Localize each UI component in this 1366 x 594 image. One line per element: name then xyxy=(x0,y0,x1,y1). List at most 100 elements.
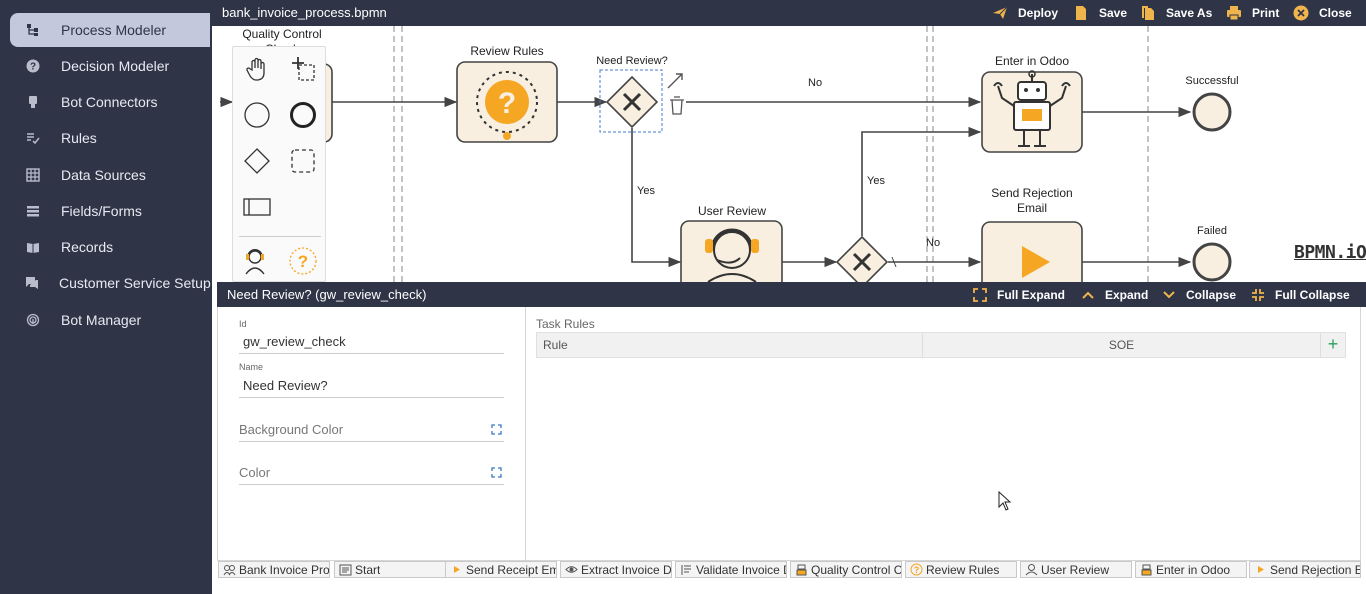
agent-icon xyxy=(245,249,265,275)
user-task-tool[interactable] xyxy=(237,243,273,279)
element-tab[interactable]: Quality Control C xyxy=(790,561,902,578)
bpmn-canvas[interactable]: ? Quality Control Review Rules Need Revi… xyxy=(212,26,1366,282)
element-tabs: Bank Invoice Pro Start Send Receipt Em Extr… xyxy=(217,561,1366,580)
background-color-field[interactable]: Background Color xyxy=(239,420,504,442)
save-as-button[interactable]: Save As xyxy=(1140,0,1212,26)
name-label: Name xyxy=(239,362,264,372)
sidebar-item-bot-connectors[interactable]: Bot Connectors xyxy=(10,85,210,119)
bpmn-diagram: ? xyxy=(220,26,1232,282)
sidebar-item-label: Rules xyxy=(61,130,97,146)
end-event-tool[interactable] xyxy=(285,97,321,133)
sidebar: Process Modeler ? Decision Modeler Bot C… xyxy=(0,0,212,594)
failed-end-event[interactable] xyxy=(1192,242,1232,282)
deploy-label: Deploy xyxy=(1018,6,1059,20)
color-picker-icon[interactable] xyxy=(491,467,502,478)
element-tab[interactable]: Extract Invoice D xyxy=(560,561,672,578)
expand-label: Expand xyxy=(1105,287,1149,302)
pool-tool[interactable] xyxy=(239,189,275,225)
element-tab[interactable]: User Review xyxy=(1020,561,1132,578)
sidebar-item-rules[interactable]: Rules xyxy=(10,121,210,155)
full-expand-button[interactable]: Full Expand xyxy=(973,282,1065,307)
robot-icon xyxy=(1139,563,1153,577)
group-tool[interactable] xyxy=(285,143,321,179)
sidebar-item-bot-manager[interactable]: Bot Manager xyxy=(10,303,210,337)
full-collapse-label: Full Collapse xyxy=(1275,287,1350,302)
element-tab-label: Send Rejection E xyxy=(1270,562,1360,577)
failed-label: Failed xyxy=(1197,225,1227,237)
need-review-gateway[interactable] xyxy=(599,69,663,133)
element-tab-label: Review Rules xyxy=(926,562,1000,577)
start-event-tool[interactable] xyxy=(239,97,275,133)
print-button[interactable]: Print xyxy=(1226,0,1279,26)
approval-gateway[interactable] xyxy=(835,235,889,282)
save-button[interactable]: Save xyxy=(1073,0,1127,26)
enter-odoo-label: Enter in Odoo xyxy=(994,54,1070,68)
expand-button[interactable]: Expand xyxy=(1081,282,1148,307)
full-collapse-button[interactable]: Full Collapse xyxy=(1251,282,1350,307)
deploy-button[interactable]: Deploy xyxy=(992,0,1058,26)
color-field[interactable]: Color xyxy=(239,463,504,485)
sidebar-item-process-modeler[interactable]: Process Modeler xyxy=(10,13,210,47)
hand-tool[interactable] xyxy=(239,51,275,87)
review-rules-task[interactable]: ? xyxy=(456,61,558,143)
element-tab[interactable]: Send Receipt Em xyxy=(445,561,557,578)
gateway-tool[interactable] xyxy=(239,143,275,179)
element-tab[interactable]: Enter in Odoo xyxy=(1135,561,1247,578)
user-review-task[interactable] xyxy=(680,220,783,282)
mouse-cursor-icon xyxy=(998,491,1012,511)
print-label: Print xyxy=(1252,6,1280,20)
form-icon xyxy=(338,563,352,577)
play-icon xyxy=(449,563,463,577)
element-tab[interactable]: Validate Invoice D xyxy=(675,561,787,578)
id-field[interactable]: gw_review_check xyxy=(239,333,504,354)
element-tab[interactable]: Bank Invoice Pro xyxy=(218,561,330,578)
enter-odoo-task[interactable] xyxy=(981,70,1083,153)
svg-text:?: ? xyxy=(298,252,308,271)
element-tab-label: Send Receipt Em xyxy=(466,562,556,577)
bpmn-io-logo[interactable]: BPMN.iO xyxy=(1294,242,1366,263)
svg-text:?: ? xyxy=(30,62,36,73)
send-rejection-label: Send Rejection Email xyxy=(991,186,1073,215)
question-icon: ? xyxy=(25,58,41,74)
file-icon xyxy=(1076,6,1086,20)
sidebar-item-records[interactable]: Records xyxy=(10,230,210,264)
element-tab[interactable]: Start xyxy=(334,561,446,578)
sidebar-item-label: Decision Modeler xyxy=(61,58,170,74)
svg-text:?: ? xyxy=(913,565,919,575)
decision-task-tool[interactable]: ? xyxy=(285,243,321,279)
full-expand-label: Full Expand xyxy=(997,287,1066,302)
name-field[interactable]: Need Review? xyxy=(239,377,504,398)
close-circle-icon xyxy=(1293,5,1309,21)
successful-label: Successful xyxy=(1185,75,1239,87)
sidebar-item-fields-forms[interactable]: Fields/Forms xyxy=(10,194,210,228)
element-tab[interactable]: ? Review Rules xyxy=(905,561,1017,578)
close-button[interactable]: Close xyxy=(1293,0,1352,26)
sidebar-item-decision-modeler[interactable]: ? Decision Modeler xyxy=(10,49,210,83)
user-review-label: User Review xyxy=(697,204,766,218)
editor-toolbar: bank_invoice_process.bpmn Deploy Save Sa… xyxy=(212,0,1366,26)
element-tab-label: Validate Invoice D xyxy=(696,562,786,577)
sidebar-item-customer-service-setup[interactable]: Customer Service Setup xyxy=(10,266,211,300)
send-rejection-task[interactable] xyxy=(981,221,1083,282)
task-rules-table: Rule SOE + xyxy=(536,332,1346,358)
successful-end-event[interactable] xyxy=(1192,92,1232,132)
svg-text:?: ? xyxy=(498,87,516,120)
edge-label-yes: Yes xyxy=(867,175,885,187)
element-tab-label: Bank Invoice Pro xyxy=(239,562,329,577)
element-tab-label: User Review xyxy=(1041,562,1110,577)
lasso-tool[interactable] xyxy=(285,51,321,87)
color-picker-icon[interactable] xyxy=(491,424,502,435)
element-tab[interactable]: Send Rejection E xyxy=(1249,561,1361,578)
sidebar-item-data-sources[interactable]: Data Sources xyxy=(10,158,210,192)
properties-panel-header: Need Review? (gw_review_check) Full Expa… xyxy=(217,282,1366,307)
plug-icon xyxy=(25,94,41,110)
agent-icon xyxy=(1024,563,1038,577)
robot-icon xyxy=(794,563,808,577)
sidebar-item-label: Bot Connectors xyxy=(61,94,158,110)
group-icon xyxy=(291,149,315,173)
collapse-button[interactable]: Collapse xyxy=(1162,282,1236,307)
rules-check-icon xyxy=(25,130,41,146)
context-pad[interactable] xyxy=(667,73,684,115)
add-rule-button[interactable]: + xyxy=(1321,333,1345,357)
close-label: Close xyxy=(1319,6,1352,20)
